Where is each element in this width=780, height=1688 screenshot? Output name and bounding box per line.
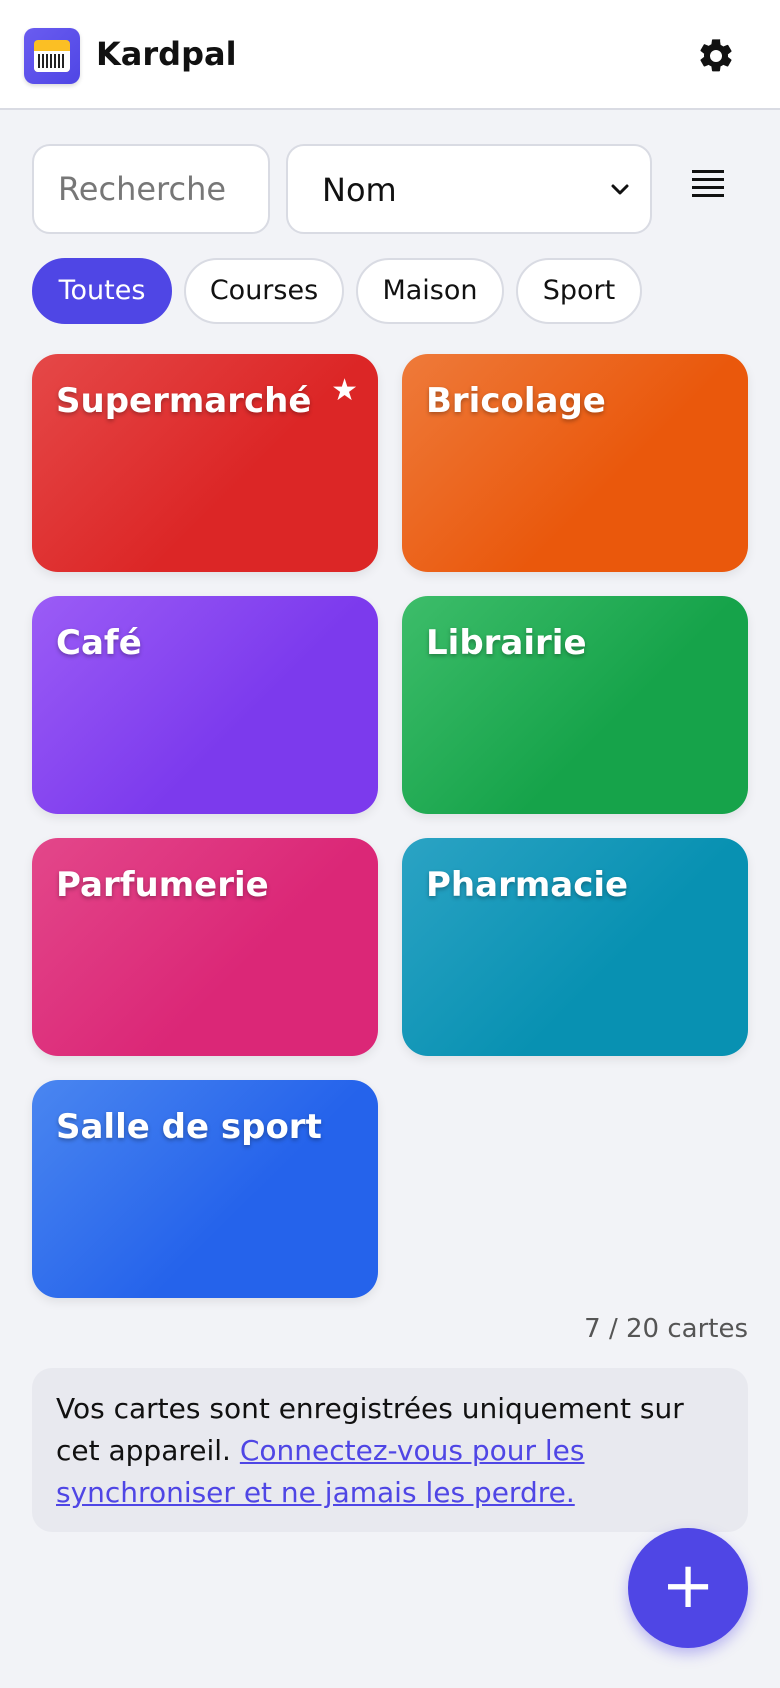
filter-chip-courses[interactable]: Courses [184,258,344,324]
plus-icon: + [661,1549,715,1623]
loyalty-card-tile[interactable]: Librairie [402,596,748,814]
filter-chip-maison[interactable]: Maison [356,258,504,324]
card-name: Librairie [426,623,587,663]
card-name: Bricolage [426,381,606,421]
card-logo-icon [24,28,80,84]
list-view-icon[interactable] [688,168,728,202]
gear-icon[interactable] [696,36,736,76]
filter-chip-toutes[interactable]: Toutes [32,258,172,324]
card-count: 7 / 20 cartes [584,1314,748,1344]
chevron-down-icon [611,184,629,195]
app-title: Kardpal [96,35,237,73]
filter-chip-label: Toutes [58,275,146,306]
filter-chip-label: Maison [382,275,478,306]
loyalty-card-tile[interactable]: Parfumerie [32,838,378,1056]
card-name: Salle de sport [56,1107,322,1147]
search-input[interactable] [32,144,270,234]
sort-value: Nom [322,171,397,209]
loyalty-card-tile[interactable]: Pharmacie [402,838,748,1056]
loyalty-card-tile[interactable]: Salle de sport [32,1080,378,1298]
loyalty-card-tile[interactable]: Bricolage [402,354,748,572]
add-card-button[interactable]: + [628,1528,748,1648]
sync-notice: Vos cartes sont enregistrées uniquement … [32,1368,748,1532]
sort-select[interactable]: Nom [286,144,652,234]
filter-chip-label: Courses [209,275,319,306]
filter-chip-sport[interactable]: Sport [516,258,642,324]
app-header: Kardpal [0,0,780,110]
card-name: Pharmacie [426,865,629,905]
favorite-star-icon: ★ [331,373,358,408]
card-name: Parfumerie [56,865,269,905]
loyalty-card-tile[interactable]: Supermarché ★ [32,354,378,572]
card-name: Café [56,623,142,663]
card-name: Supermarché [56,381,312,421]
loyalty-card-tile[interactable]: Café [32,596,378,814]
filter-chip-label: Sport [542,275,616,306]
